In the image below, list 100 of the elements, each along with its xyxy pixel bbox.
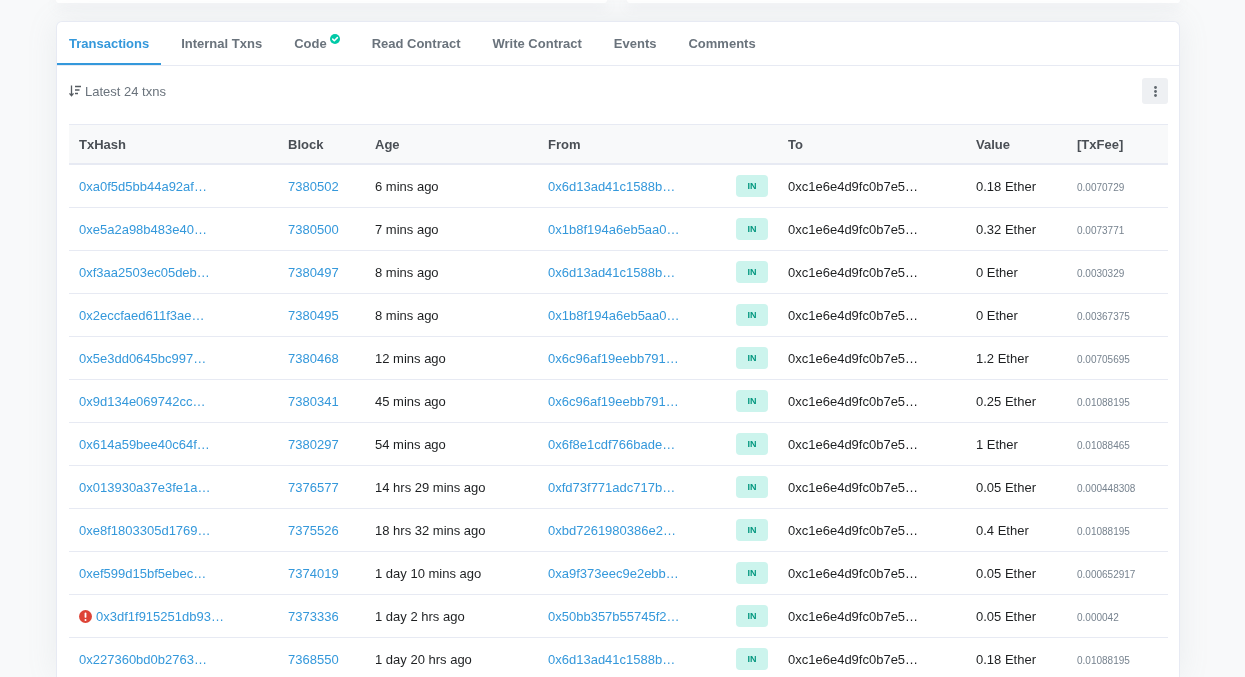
sender-address-link[interactable]: 0x6c96af19eebb791… [548, 393, 679, 409]
transaction-hash-link[interactable]: 0xe8f1803305d1769… [79, 522, 211, 538]
value-amount: 0.05 Ether [976, 608, 1036, 624]
block-number-link[interactable]: 7380500 [288, 221, 339, 237]
block-number-link[interactable]: 7368550 [288, 651, 339, 667]
column-header: TxHash [79, 136, 126, 152]
direction-badge: IN [736, 519, 768, 541]
direction-badge: IN [736, 605, 768, 627]
age-text: 12 mins ago [375, 350, 446, 366]
transaction-hash-link[interactable]: 0xa0f5d5bb44a92af… [79, 178, 207, 194]
column-header: From [548, 136, 581, 152]
more-options-button[interactable] [1142, 78, 1168, 104]
column-header: To [788, 136, 803, 152]
transaction-hash-link[interactable]: 0x013930a37e3fe1a… [79, 479, 211, 495]
age-text: 14 hrs 29 mins ago [375, 479, 486, 495]
tab[interactable]: Read Contract [359, 22, 473, 65]
age-text: 1 day 2 hrs ago [375, 608, 465, 624]
recipient-address: 0xc1e6e4d9fc0b7e5… [788, 479, 919, 495]
tab[interactable]: Transactions [57, 22, 162, 65]
recipient-address: 0xc1e6e4d9fc0b7e5… [788, 522, 919, 538]
transaction-hash-link[interactable]: 0x2eccfaed611f3ae… [79, 307, 205, 323]
transaction-fee: 0.000652917 [1077, 568, 1136, 580]
age-text: 8 mins ago [375, 307, 439, 323]
recipient-address: 0xc1e6e4d9fc0b7e5… [788, 608, 919, 624]
sort-icon [69, 85, 81, 97]
sender-address-link[interactable]: 0x6d13ad41c1588b… [548, 651, 676, 667]
block-number-link[interactable]: 7374019 [288, 565, 339, 581]
sender-address-link[interactable]: 0xa9f373eec9e2ebb… [548, 565, 679, 581]
value-amount: 0 Ether [976, 307, 1018, 323]
recipient-address: 0xc1e6e4d9fc0b7e5… [788, 221, 919, 237]
direction-badge: IN [736, 175, 768, 197]
transaction-hash-link[interactable]: 0x9d134e069742cc… [79, 393, 206, 409]
sender-address-link[interactable]: 0x6f8e1cdf766bade… [548, 436, 676, 452]
recipient-address: 0xc1e6e4d9fc0b7e5… [788, 436, 919, 452]
age-text: 54 mins ago [375, 436, 446, 452]
summary-text: Latest 24 txns [85, 83, 166, 99]
block-number-link[interactable]: 7380502 [288, 178, 339, 194]
age-text: 1 day 10 mins ago [375, 565, 482, 581]
direction-badge: IN [736, 347, 768, 369]
transaction-hash-link[interactable]: 0x614a59bee40c64f… [79, 436, 210, 452]
value-amount: 0.4 Ether [976, 522, 1029, 538]
recipient-address: 0xc1e6e4d9fc0b7e5… [788, 393, 919, 409]
tab[interactable]: Write Contract [480, 22, 594, 65]
value-amount: 0.32 Ether [976, 221, 1036, 237]
sender-address-link[interactable]: 0x6c96af19eebb791… [548, 350, 679, 366]
transaction-fee: 0.01088195 [1077, 396, 1130, 408]
age-text: 45 mins ago [375, 393, 446, 409]
age-text: 6 mins ago [375, 178, 439, 194]
vertical-dots-icon [1153, 85, 1157, 97]
age-text: 18 hrs 32 mins ago [375, 522, 486, 538]
block-number-link[interactable]: 7380297 [288, 436, 339, 452]
transaction-fee: 0.0070729 [1077, 181, 1125, 193]
transaction-hash-link[interactable]: 0xe5a2a98b483e40… [79, 221, 207, 237]
transaction-hash-link[interactable]: 0xef599d15bf5ebec… [79, 565, 207, 581]
transaction-hash-link[interactable]: 0x227360bd0b2763… [79, 651, 207, 667]
column-header: [TxFee] [1077, 136, 1124, 152]
block-number-link[interactable]: 7375526 [288, 522, 339, 538]
column-header: Block [288, 136, 324, 152]
tab[interactable]: Events [601, 22, 669, 65]
direction-badge: IN [736, 218, 768, 240]
sender-address-link[interactable]: 0x50bb357b55745f2… [548, 608, 680, 624]
value-amount: 0.25 Ether [976, 393, 1036, 409]
sender-address-link[interactable]: 0xbd7261980386e2… [548, 522, 676, 538]
block-number-link[interactable]: 7373336 [288, 608, 339, 624]
age-text: 1 day 20 hrs ago [375, 651, 472, 667]
sender-address-link[interactable]: 0x1b8f194a6eb5aa0… [548, 307, 680, 323]
transaction-fee: 0.0030329 [1077, 267, 1125, 279]
value-amount: 0.18 Ether [976, 178, 1036, 194]
transaction-fee: 0.000042 [1077, 611, 1119, 623]
block-number-link[interactable]: 7380468 [288, 350, 339, 366]
recipient-address: 0xc1e6e4d9fc0b7e5… [788, 565, 919, 581]
sender-address-link[interactable]: 0xfd73f771adc717b… [548, 479, 676, 495]
value-amount: 1.2 Ether [976, 350, 1029, 366]
block-number-link[interactable]: 7380497 [288, 264, 339, 280]
block-number-link[interactable]: 7380495 [288, 307, 339, 323]
direction-badge: IN [736, 476, 768, 498]
column-header: Age [375, 136, 400, 152]
sender-address-link[interactable]: 0x6d13ad41c1588b… [548, 264, 676, 280]
tab[interactable]: Code [282, 22, 352, 65]
transaction-hash-link[interactable]: 0x5e3dd0645bc997… [79, 350, 207, 366]
transaction-hash-link[interactable]: 0x3df1f915251db93… [96, 608, 224, 624]
value-amount: 0.05 Ether [976, 479, 1036, 495]
transaction-fee: 0.000448308 [1077, 482, 1136, 494]
column-header: Value [976, 136, 1010, 152]
recipient-address: 0xc1e6e4d9fc0b7e5… [788, 651, 919, 667]
sender-address-link[interactable]: 0x6d13ad41c1588b… [548, 178, 676, 194]
block-number-link[interactable]: 7376577 [288, 479, 339, 495]
block-number-link[interactable]: 7380341 [288, 393, 339, 409]
transaction-hash-link[interactable]: 0xf3aa2503ec05deb… [79, 264, 210, 280]
direction-badge: IN [736, 648, 768, 670]
transaction-fee: 0.0073771 [1077, 224, 1125, 236]
value-amount: 0.05 Ether [976, 565, 1036, 581]
recipient-address: 0xc1e6e4d9fc0b7e5… [788, 264, 919, 280]
sender-address-link[interactable]: 0x1b8f194a6eb5aa0… [548, 221, 680, 237]
tab[interactable]: Internal Txns [169, 22, 275, 65]
direction-badge: IN [736, 261, 768, 283]
recipient-address: 0xc1e6e4d9fc0b7e5… [788, 350, 919, 366]
tab[interactable]: Comments [676, 22, 768, 65]
direction-badge: IN [736, 562, 768, 584]
transaction-fee: 0.00705695 [1077, 353, 1130, 365]
